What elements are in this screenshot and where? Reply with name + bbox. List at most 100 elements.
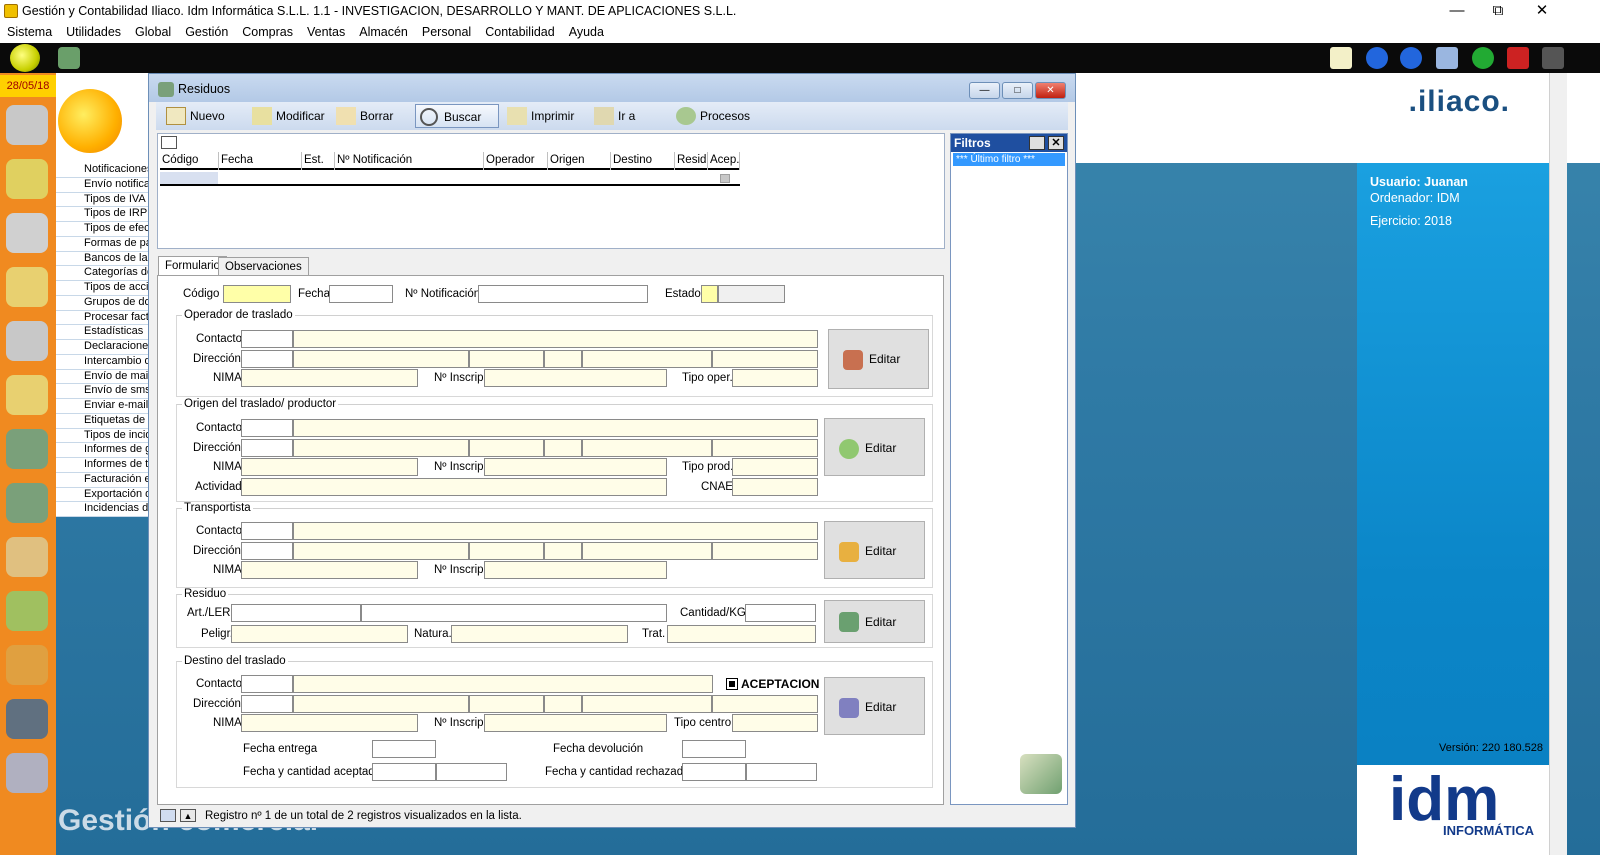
window-maximize-icon[interactable]: □ xyxy=(1002,82,1033,99)
bg-menu-item[interactable]: Formas de pa xyxy=(56,236,148,252)
operador-direccion-prov[interactable] xyxy=(544,350,582,368)
close-icon[interactable]: ✕ xyxy=(1520,0,1564,23)
minimize-icon[interactable]: — xyxy=(1435,0,1479,23)
bg-menu-item[interactable]: Exportación d xyxy=(56,487,148,503)
filter-item[interactable]: *** Último filtro *** xyxy=(953,153,1065,166)
operador-nima-input[interactable] xyxy=(241,369,418,387)
origen-edit-button[interactable]: Editar xyxy=(824,418,925,476)
bg-menu-item[interactable]: Grupos de do xyxy=(56,295,148,311)
table-row[interactable] xyxy=(160,172,218,184)
col-destino[interactable]: Destino xyxy=(611,152,675,170)
destino-contacto-name[interactable] xyxy=(293,675,713,693)
grid-options-icon[interactable] xyxy=(161,136,177,149)
transportista-nima-input[interactable] xyxy=(241,561,418,579)
bg-menu-item[interactable]: Facturación e xyxy=(56,472,148,488)
print-button[interactable]: Imprimir xyxy=(503,104,574,128)
tools-module-icon[interactable] xyxy=(6,753,48,793)
bg-menu-item[interactable]: Etiquetas de e xyxy=(56,413,148,429)
fecha-entrega-input[interactable] xyxy=(372,740,436,758)
transportista-contacto-name[interactable] xyxy=(293,522,818,540)
origen-direccion-code[interactable] xyxy=(241,439,293,457)
menu-ventas[interactable]: Ventas xyxy=(300,23,352,41)
providers-module-icon[interactable] xyxy=(6,267,48,307)
cnae-input[interactable] xyxy=(732,478,818,496)
purchase-invoices-module-icon[interactable] xyxy=(6,537,48,577)
status-list-icon[interactable] xyxy=(160,809,176,822)
search-button[interactable]: Buscar xyxy=(415,104,499,128)
windows-icon[interactable] xyxy=(1436,47,1458,69)
bg-menu-item[interactable]: Tipos de IRPF xyxy=(56,207,148,222)
destino-contacto-code[interactable] xyxy=(241,675,293,693)
col-operador[interactable]: Operador xyxy=(484,152,548,170)
articles-module-icon[interactable] xyxy=(6,159,48,199)
transportista-direccion-prov[interactable] xyxy=(544,542,582,560)
operador-contacto-code[interactable] xyxy=(241,330,293,348)
tab-formulario[interactable]: Formulario xyxy=(158,256,227,276)
peligrosidad-input[interactable] xyxy=(231,625,408,643)
operador-direccion-country[interactable] xyxy=(712,350,818,368)
col-residuo[interactable]: Residu xyxy=(675,152,708,170)
transportista-direccion-code[interactable] xyxy=(241,542,293,560)
tipo-centro-input[interactable] xyxy=(732,714,818,732)
operador-direccion-cp[interactable] xyxy=(469,350,544,368)
menu-utilidades[interactable]: Utilidades xyxy=(59,23,128,41)
orders-module-icon[interactable] xyxy=(6,429,48,469)
origen-direccion-cp[interactable] xyxy=(469,439,544,457)
desktop-scrollbar[interactable] xyxy=(1549,73,1567,855)
cantidad-aceptada-input[interactable] xyxy=(436,763,507,781)
col-fecha[interactable]: Fecha xyxy=(219,152,302,170)
destino-direccion-code[interactable] xyxy=(241,695,293,713)
fecha-rechazada-input[interactable] xyxy=(682,763,746,781)
operador-direccion-city[interactable] xyxy=(582,350,712,368)
destino-direccion-city[interactable] xyxy=(582,695,712,713)
codigo-input[interactable] xyxy=(223,285,291,303)
new-button[interactable]: Nuevo xyxy=(162,104,225,128)
menu-personal[interactable]: Personal xyxy=(415,23,478,41)
bg-menu-item[interactable]: Informes de g xyxy=(56,443,148,458)
tab-observaciones[interactable]: Observaciones xyxy=(218,257,309,276)
menu-compras[interactable]: Compras xyxy=(235,23,300,41)
window-minimize-icon[interactable]: — xyxy=(969,82,1000,99)
bg-menu-item[interactable]: Bancos de la xyxy=(56,251,148,267)
bg-menu-item[interactable]: Intercambio d xyxy=(56,354,148,370)
bg-menu-item[interactable]: Tipos de efec xyxy=(56,222,148,237)
contacts-module-icon[interactable] xyxy=(6,321,48,361)
tratamiento-input[interactable] xyxy=(667,625,816,643)
bag-orange-icon[interactable] xyxy=(6,645,48,685)
clients-module-icon[interactable] xyxy=(6,213,48,253)
menu-sistema[interactable]: Sistema xyxy=(0,23,59,41)
bg-menu-item[interactable]: Envío notifica xyxy=(56,177,148,193)
modify-button[interactable]: Modificar xyxy=(248,104,325,128)
col-origen[interactable]: Origen xyxy=(548,152,611,170)
bag-green-icon[interactable] xyxy=(6,591,48,631)
bg-menu-item[interactable]: Enviar e-mail xyxy=(56,399,148,414)
bg-menu-item[interactable]: Envío de mail xyxy=(56,369,148,385)
users-module-icon[interactable] xyxy=(6,105,48,145)
tipo-prod-input[interactable] xyxy=(732,458,818,476)
bg-menu-item[interactable]: Notificaciones xyxy=(56,163,148,178)
bg-menu-item[interactable]: Procesar fact xyxy=(56,310,148,326)
operador-direccion-street[interactable] xyxy=(293,350,469,368)
destino-direccion-country[interactable] xyxy=(712,695,818,713)
notificacion-input[interactable] xyxy=(478,285,648,303)
exit-icon[interactable] xyxy=(1542,47,1564,69)
bg-menu-item[interactable]: Tipos de IVA xyxy=(56,192,148,208)
bg-menu-item[interactable]: Informes de te xyxy=(56,458,148,473)
origen-nima-input[interactable] xyxy=(241,458,418,476)
aceptacion-checkbox[interactable] xyxy=(726,678,738,690)
menu-contabilidad[interactable]: Contabilidad xyxy=(478,23,562,41)
bg-menu-item[interactable]: Incidencias de xyxy=(56,502,148,517)
transportista-direccion-country[interactable] xyxy=(712,542,818,560)
transportista-inscrip-input[interactable] xyxy=(484,561,667,579)
bg-menu-item[interactable]: Tipos de acci xyxy=(56,281,148,296)
window-close-icon[interactable]: ✕ xyxy=(1035,82,1066,99)
bg-menu-item[interactable]: Envío de sms xyxy=(56,384,148,399)
transportista-direccion-cp[interactable] xyxy=(469,542,544,560)
bg-menu-item[interactable]: Categorías de xyxy=(56,266,148,281)
back-arrow-icon[interactable] xyxy=(1366,47,1388,69)
filters-close-icon[interactable]: ✕ xyxy=(1048,136,1064,150)
estado-code-input[interactable] xyxy=(701,285,718,303)
destino-inscrip-input[interactable] xyxy=(484,714,667,732)
col-estado[interactable]: Est. xyxy=(302,152,335,170)
origen-direccion-country[interactable] xyxy=(712,439,818,457)
